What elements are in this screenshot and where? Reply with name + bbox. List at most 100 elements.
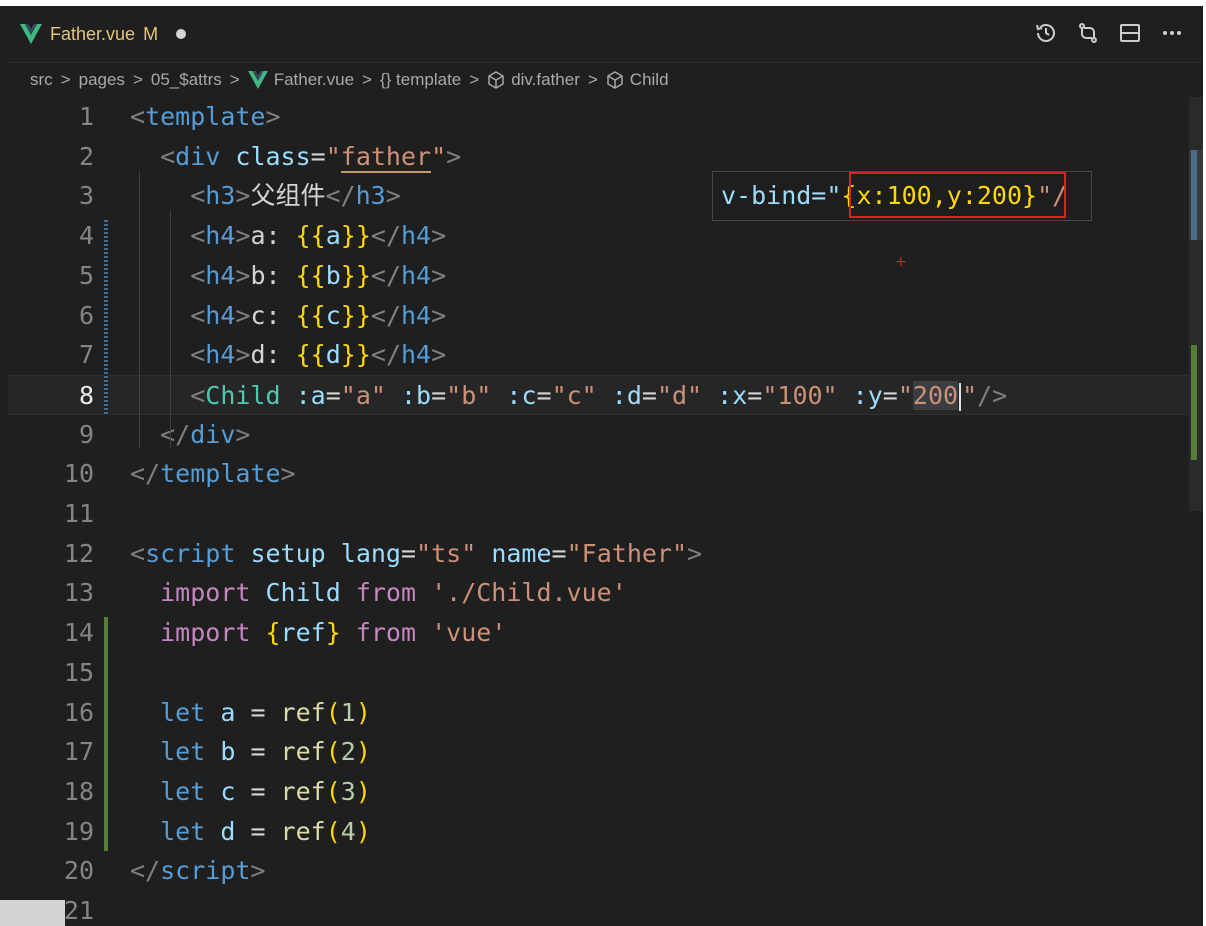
code-line[interactable]: 6 <h4>c: {{c}}</h4> bbox=[8, 296, 1188, 336]
token-punc: > bbox=[385, 181, 401, 211]
line-number: 14 bbox=[63, 618, 94, 648]
token-num: 4 bbox=[340, 816, 356, 846]
token-text: 父组件 bbox=[250, 181, 326, 211]
token-text: a: bbox=[250, 221, 296, 251]
code-line[interactable]: 20 </script> bbox=[8, 851, 1188, 891]
token-var: ref bbox=[280, 618, 326, 648]
token-str: " bbox=[962, 380, 978, 410]
code-line[interactable]: 14 import {ref} from 'vue' bbox=[8, 613, 1188, 653]
token-str: father bbox=[340, 141, 432, 173]
code-line[interactable]: 1 <template> bbox=[8, 97, 1188, 137]
token-fn: ref bbox=[280, 816, 326, 846]
code-line[interactable]: 16 let a = ref(1) bbox=[8, 693, 1188, 733]
token-brace: } bbox=[325, 618, 341, 648]
code-text: let a = ref(1) bbox=[130, 693, 371, 733]
token-decl: let bbox=[160, 697, 206, 727]
token-brace: ( bbox=[325, 697, 341, 727]
breadcrumb-item-attrs[interactable]: 05_$attrs bbox=[151, 70, 222, 90]
code-line[interactable]: 19 let d = ref(4) bbox=[8, 812, 1188, 852]
token-str: "b" bbox=[446, 380, 492, 410]
token-kw: from bbox=[355, 618, 417, 648]
token-str: "c" bbox=[551, 380, 597, 410]
token-attr: :b bbox=[401, 380, 432, 410]
token-num: 1 bbox=[340, 697, 356, 727]
code-line[interactable]: 8 <Child :a="a" :b="b" :c="c" :d="d" :x=… bbox=[8, 374, 1188, 415]
code-line[interactable]: 11 bbox=[8, 494, 1188, 534]
code-text: <div class="father"> bbox=[130, 137, 461, 177]
token-num: 3 bbox=[340, 776, 356, 806]
token-brace: }} bbox=[340, 221, 371, 251]
token-str: 'vue' bbox=[431, 618, 507, 648]
token-text: = bbox=[400, 538, 417, 568]
line-number: 13 bbox=[63, 578, 94, 608]
more-actions-icon[interactable] bbox=[1159, 20, 1185, 46]
token-text: = bbox=[235, 776, 281, 806]
token-text: = bbox=[325, 380, 341, 410]
token-attr: :x bbox=[717, 380, 748, 410]
highlight-box bbox=[849, 172, 1066, 218]
code-line[interactable]: 12 <script setup lang="ts" name="Father"> bbox=[8, 534, 1188, 574]
token-punc: </ bbox=[370, 260, 401, 290]
code-editor[interactable]: 1 <template> 2 <div class="father"> 3 <h3>父… bbox=[8, 97, 1188, 926]
compare-changes-icon[interactable] bbox=[1075, 20, 1101, 46]
gutter-change-marker[interactable] bbox=[104, 617, 108, 852]
unsaved-dot-icon[interactable] bbox=[176, 29, 187, 39]
line-number: 17 bbox=[63, 737, 94, 767]
token-tag: h3 bbox=[205, 181, 236, 211]
code-text: <h4>c: {{c}}</h4> bbox=[130, 296, 446, 336]
code-text: </template> bbox=[130, 454, 296, 494]
code-line[interactable]: 5 <h4>b: {{b}}</h4> bbox=[8, 256, 1188, 296]
token-tag: script bbox=[160, 856, 251, 886]
line-number: 3 bbox=[78, 181, 94, 211]
code-line[interactable]: 10 </template> bbox=[8, 454, 1188, 494]
token-comp: Child bbox=[205, 380, 281, 410]
token-tag: h4 bbox=[205, 340, 236, 370]
breadcrumb-item-src[interactable]: src bbox=[30, 70, 53, 90]
code-line[interactable]: 7 <h4>d: {{d}}</h4> bbox=[8, 335, 1188, 375]
line-number: 12 bbox=[63, 538, 94, 568]
chevron-right-icon: > bbox=[60, 70, 71, 89]
vue-logo-icon bbox=[20, 24, 42, 44]
token-punc: </ bbox=[130, 856, 161, 886]
code-text: let c = ref(3) bbox=[130, 772, 371, 812]
timeline-icon[interactable] bbox=[1033, 20, 1059, 46]
token-attr: lang bbox=[340, 538, 401, 568]
breadcrumb-item-child[interactable]: Child bbox=[630, 70, 669, 90]
breadcrumb-item-father-vue[interactable]: Father.vue bbox=[274, 70, 354, 90]
breadcrumb-item-div-father[interactable]: div.father bbox=[511, 70, 580, 90]
code-line[interactable]: 13 import Child from './Child.vue' bbox=[8, 573, 1188, 613]
token-brace: {{ bbox=[295, 260, 326, 290]
code-line[interactable]: 17 let b = ref(2) bbox=[8, 732, 1188, 772]
token-punc: < bbox=[190, 380, 206, 410]
gutter-change-marker[interactable] bbox=[104, 220, 108, 415]
code-line[interactable]: 21 bbox=[8, 891, 1188, 926]
breadcrumb-item-pages[interactable]: pages bbox=[79, 70, 125, 90]
token-kw: import bbox=[160, 578, 251, 608]
tab-father-vue[interactable]: Father.vue M bbox=[8, 6, 198, 62]
breadcrumb-item-template[interactable]: {} template bbox=[380, 70, 461, 90]
token-var: d bbox=[325, 340, 341, 370]
token-punc: > bbox=[250, 856, 266, 886]
token-kw: from bbox=[355, 578, 417, 608]
token-text: = bbox=[641, 380, 657, 410]
code-line[interactable]: 18 let c = ref(3) bbox=[8, 772, 1188, 812]
token-brace: { bbox=[265, 618, 281, 648]
vue-logo-icon bbox=[247, 71, 268, 89]
token-attr: setup bbox=[250, 538, 326, 568]
code-line[interactable]: 4 <h4>a: {{a}}</h4> bbox=[8, 216, 1188, 256]
code-line[interactable]: 9 </div> bbox=[8, 415, 1188, 455]
split-editor-icon[interactable] bbox=[1117, 20, 1143, 46]
token-var: a bbox=[220, 697, 236, 727]
editor-window: Father.vue M src > pages > 05_$attrs > F… bbox=[0, 0, 1206, 926]
token-tag: h4 bbox=[401, 221, 432, 251]
code-line[interactable]: 15 bbox=[8, 653, 1188, 693]
